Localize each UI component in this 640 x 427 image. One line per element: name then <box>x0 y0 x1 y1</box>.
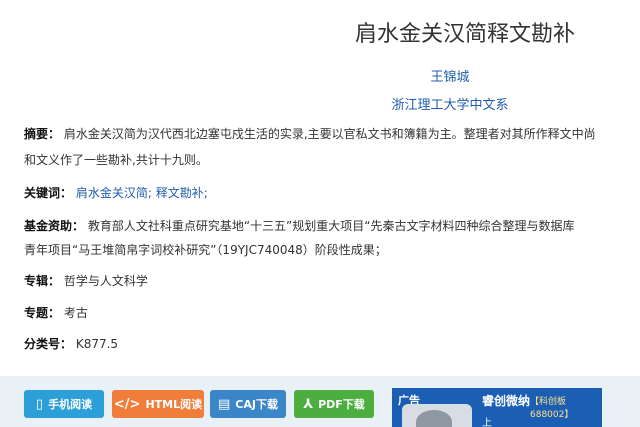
pdf-icon: ⅄ <box>303 396 314 412</box>
book-icon: ▤ <box>218 396 231 412</box>
article-title: 肩水金关汉简释文勘补 <box>354 22 575 47</box>
series-value: 哲学与人文科学 <box>63 274 148 288</box>
series-label: 专辑： <box>24 274 61 288</box>
class-label: 分类号： <box>24 337 73 351</box>
fund-text: 教育部人文社科重点研究基地“十三五”规划重大项目“先秦古文字材料四种综合整理与数… <box>87 219 575 233</box>
series-row: 专辑： 哲学与人文科学 <box>24 272 640 289</box>
fund-line2: 青年项目“马王堆简帛字词校补研究”（19YJC740048）阶段性成果； <box>24 243 387 257</box>
caj-download-button[interactable]: ▤ CAJ下载 <box>210 390 286 418</box>
fund-label: 基金资助： <box>24 219 85 233</box>
class-value: K877.5 <box>75 337 119 351</box>
mobile-read-label: 手机阅读 <box>48 398 93 411</box>
keyword-link[interactable]: 释文勘补; <box>156 186 208 200</box>
html-read-button[interactable]: </> HTML阅读 <box>112 390 204 418</box>
topic-label: 专题： <box>24 306 61 320</box>
classification-row: 分类号： K877.5 <box>24 335 640 352</box>
abstract-text: 肩水金关汉简为汉代西北边塞屯戍生活的实录,主要以官私文书和簿籍为主。整理者对其所… <box>63 127 596 141</box>
fund-line1: 基金资助： 教育部人文社科重点研究基地“十三五”规划重大项目“先秦古文字材料四种… <box>24 217 640 234</box>
mobile-read-button[interactable]: ▯ 手机阅读 <box>24 390 104 418</box>
abstract-label: 摘要： <box>24 127 61 141</box>
code-icon: </> <box>113 396 141 412</box>
keywords-row: 关键词： 肩水金关汉简; 释文勘补; <box>24 184 640 201</box>
ad-title: 睿创微纳 <box>482 394 531 408</box>
abstract-line1: 摘要： 肩水金关汉简为汉代西北边塞屯戍生活的实录,主要以官私文书和簿籍为主。整理… <box>24 125 640 142</box>
topic-value: 考古 <box>63 306 88 320</box>
phone-icon: ▯ <box>35 396 44 412</box>
organization-link[interactable]: 浙江理工大学中文系 <box>0 94 640 113</box>
ad-line: 上 <box>482 418 492 427</box>
caj-download-label: CAJ下载 <box>235 398 278 411</box>
ad-subtitle: 【科创板688002】 <box>530 397 574 420</box>
keywords-label: 关键词： <box>24 186 73 200</box>
advertisement-banner[interactable]: 广告 睿创微纳 【科创板688002】 上 <box>392 388 602 427</box>
pdf-download-label: PDF下载 <box>318 398 365 411</box>
abstract-line2: 和文义作了一些勘补,共计十九则。 <box>24 153 208 167</box>
html-read-label: HTML阅读 <box>145 398 203 411</box>
device-lens <box>416 410 452 427</box>
pdf-download-button[interactable]: ⅄ PDF下载 <box>294 390 374 418</box>
topic-row: 专题： 考古 <box>24 304 640 321</box>
author-link[interactable]: 王锦城 <box>0 66 640 85</box>
keyword-link[interactable]: 肩水金关汉简; <box>76 186 152 200</box>
